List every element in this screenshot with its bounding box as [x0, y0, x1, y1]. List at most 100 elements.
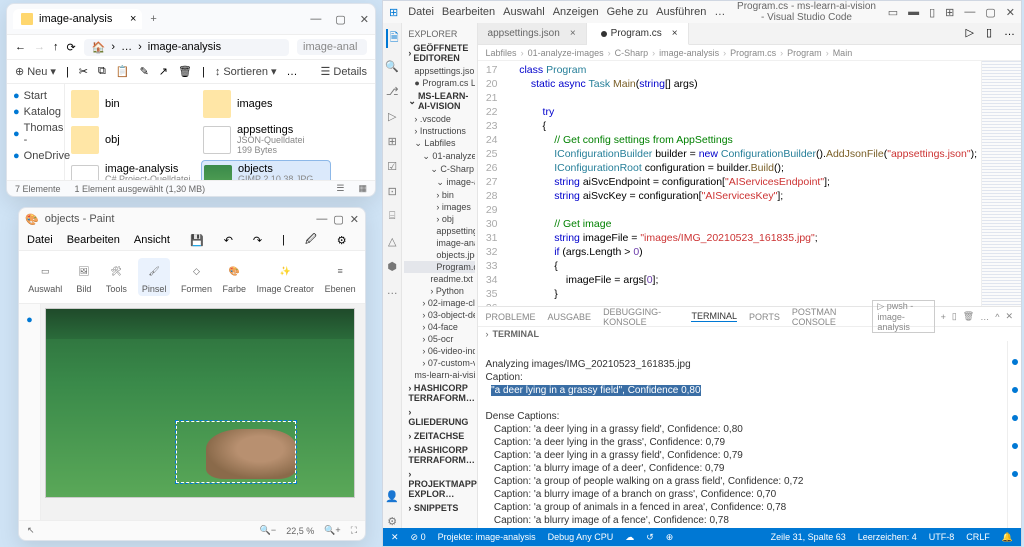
open-editor-item[interactable]: appsettings.json… [404, 65, 474, 77]
status-icon[interactable]: ☁ [625, 532, 634, 543]
up-icon[interactable]: ↑ [53, 41, 59, 53]
notifications-icon[interactable]: 🔔 [1002, 532, 1013, 543]
minimize-icon[interactable]: — [964, 6, 975, 19]
panel-tab[interactable]: DEBUGGING-KONSOLE [603, 307, 679, 327]
ribbon-group-pinsel[interactable]: 🖌Pinsel [138, 258, 171, 296]
cursor-position[interactable]: Zeile 31, Spalte 63 [771, 532, 846, 542]
layout-icon[interactable]: ▯ [929, 6, 935, 19]
sidebar-section[interactable]: › GLIEDERUNG [404, 405, 474, 429]
close-icon[interactable]: ✕ [1005, 311, 1013, 322]
file-item[interactable]: images [201, 88, 331, 120]
split-icon[interactable]: ▯ [980, 23, 998, 44]
tree-item[interactable]: ⌄ 01-analyze-images [404, 150, 474, 163]
toolbar-icon[interactable]: 🖉 [305, 231, 317, 250]
tree-item[interactable]: image-analysis… [404, 237, 474, 249]
editor-tab[interactable]: Program.cs × [587, 23, 689, 45]
menu-item[interactable]: Ausführen [656, 6, 706, 18]
view-grid-icon[interactable]: ▦ [358, 183, 367, 194]
sidebar-section[interactable]: › HASHICORP TERRAFORM… [404, 381, 474, 405]
workspace-section[interactable]: ⌄ MS-LEARN-AI-VISION [404, 89, 474, 113]
gear-icon[interactable]: ⚙ [387, 515, 397, 528]
open-editors-section[interactable]: › GEÖFFNETE EDITOREN [404, 41, 474, 65]
cut-icon[interactable]: ✂ [79, 65, 88, 78]
chevron-up-icon[interactable]: ^ [995, 312, 999, 322]
file-item[interactable]: appsettingsJSON-Quelldatei199 Bytes [201, 122, 331, 158]
close-icon[interactable]: ✕ [350, 213, 359, 226]
explorer-icon[interactable]: 🗎 [386, 29, 399, 48]
tree-item[interactable]: › .vscode [404, 113, 474, 125]
close-icon[interactable]: × [130, 13, 136, 25]
tree-item[interactable]: ⌄ Labfiles [404, 137, 474, 150]
breadcrumb-segment[interactable]: 01-analyze-images [528, 48, 604, 58]
indentation[interactable]: Leerzeichen: 4 [858, 532, 917, 542]
docker-icon[interactable]: ⬢ [387, 260, 397, 273]
terminal-indicator-icon[interactable] [1012, 387, 1018, 393]
more-icon[interactable]: … [387, 285, 398, 297]
toolbar-icon[interactable]: ↷ [253, 234, 262, 247]
panel-tab[interactable]: PROBLEME [486, 312, 536, 322]
ribbon-group-image creator[interactable]: ✨Image Creator [257, 260, 315, 294]
run-icon[interactable]: ▷ [959, 23, 979, 44]
paint-slider-rail[interactable]: ● [19, 304, 41, 520]
refresh-icon[interactable]: ⟳ [67, 41, 76, 54]
maximize-icon[interactable]: ▢ [335, 13, 345, 26]
terminal-indicator-icon[interactable] [1012, 359, 1018, 365]
menu-item[interactable]: … [714, 6, 725, 18]
details-button[interactable]: ☰ Details [321, 65, 368, 78]
tree-item[interactable]: appsettings.json [404, 225, 474, 237]
encoding[interactable]: UTF-8 [929, 532, 955, 542]
terminal[interactable]: Analyzing images/IMG_20210523_161835.jpg… [478, 341, 1007, 528]
breadcrumb-segment[interactable]: Main [833, 48, 853, 58]
ribbon-group-auswahl[interactable]: ▭Auswahl [28, 260, 62, 294]
panel-tab[interactable]: POSTMAN CONSOLE [792, 307, 861, 327]
fit-icon[interactable]: ⛶ [351, 525, 357, 536]
tree-item[interactable]: › 07-custom-vision-i… [404, 357, 474, 369]
remote-button[interactable]: ✕ [391, 532, 399, 543]
ribbon-group-farbe[interactable]: 🎨Farbe [222, 260, 246, 294]
tree-item[interactable]: › Python [404, 285, 474, 297]
tree-item[interactable]: › bin [404, 189, 474, 201]
search-input[interactable]: image-anal [297, 39, 367, 55]
menu-item[interactable]: Ansicht [134, 234, 170, 246]
breadcrumb-segment[interactable]: Labfiles [486, 48, 517, 58]
delete-icon[interactable]: 🗑 [178, 65, 192, 78]
eol[interactable]: CRLF [966, 532, 990, 542]
zoom-in-icon[interactable]: 🔍+ [324, 525, 340, 536]
editor-breadcrumb[interactable]: Labfiles01-analyze-imagesC-Sharpimage-an… [478, 45, 1021, 61]
layout-icon[interactable]: ▭ [888, 6, 898, 19]
copy-icon[interactable]: ⧉ [98, 65, 106, 78]
paste-icon[interactable]: 📋 [116, 65, 130, 78]
file-item[interactable]: obj [69, 122, 199, 158]
tree-item[interactable]: › images [404, 201, 474, 213]
database-icon[interactable]: ⌸ [389, 210, 396, 223]
ribbon-group-bild[interactable]: 🖼Bild [73, 260, 95, 294]
nav-item[interactable]: ● Thomas - [9, 120, 62, 148]
errors-button[interactable]: ⊘ 0 [411, 532, 426, 543]
terminal-indicator-icon[interactable] [1012, 471, 1018, 477]
tree-item[interactable]: ⌄ C-Sharp [404, 163, 474, 176]
maximize-icon[interactable]: ▢ [985, 6, 995, 19]
menu-item[interactable]: Anzeigen [553, 6, 599, 18]
close-icon[interactable]: × [672, 28, 678, 39]
source-control-icon[interactable]: ⎇ [386, 85, 399, 98]
zoom-out-icon[interactable]: 🔍− [260, 525, 276, 536]
panel-tab[interactable]: TERMINAL [691, 311, 737, 322]
nav-item[interactable]: ● Start [9, 88, 62, 104]
breadcrumb-segment[interactable]: C-Sharp [615, 48, 649, 58]
tree-item[interactable]: Program.cs [404, 261, 474, 273]
sidebar-section[interactable]: › PROJEKTMAPPEN-EXPLOR… [404, 467, 474, 501]
toolbar-icon[interactable]: 💾 [190, 234, 204, 247]
more-icon[interactable]: … [980, 312, 989, 322]
tree-item[interactable]: › 03-object-detection [404, 309, 474, 321]
tree-item[interactable]: ⌄ image-analysis [404, 176, 474, 189]
layout-icon[interactable]: ▬ [908, 6, 919, 19]
tree-item[interactable]: › 04-face [404, 321, 474, 333]
minimize-icon[interactable]: — [316, 213, 327, 225]
back-icon[interactable]: ← [15, 41, 26, 53]
trash-icon[interactable]: 🗑 [963, 311, 974, 322]
toolbar-icon[interactable]: ⚙ [337, 234, 347, 247]
ribbon-group-formen[interactable]: ◇Formen [181, 260, 212, 294]
minimize-icon[interactable]: — [310, 13, 321, 26]
sort-button[interactable]: ↕ Sortieren ▾ [215, 65, 277, 78]
more-icon[interactable]: … [287, 66, 298, 78]
